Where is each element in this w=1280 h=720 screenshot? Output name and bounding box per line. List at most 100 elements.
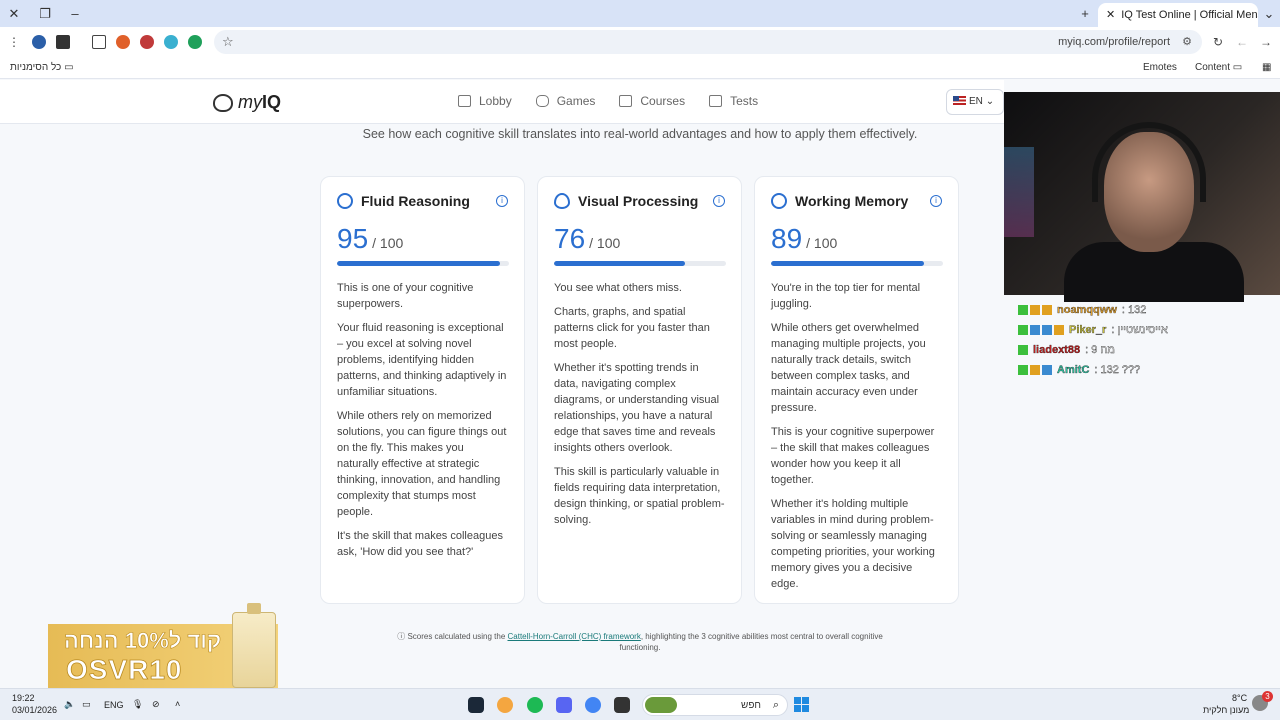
kick-badge-icon <box>1018 305 1028 315</box>
score: 95 / 100 <box>337 223 508 255</box>
extensions-puzzle-icon[interactable] <box>92 35 106 49</box>
chat-badge-icon <box>1030 365 1040 375</box>
home-icon <box>458 95 471 107</box>
site-settings-icon[interactable]: ⚙ <box>1182 35 1192 48</box>
taskbar-search[interactable]: חפש ⌕ <box>642 694 788 716</box>
all-bookmarks[interactable]: כל הסימניות ▭ <box>10 62 74 73</box>
card-paragraph: Whether it's spotting trends in data, na… <box>554 362 720 454</box>
card-paragraph: You're in the top tier for mental juggli… <box>771 282 921 310</box>
language-selector[interactable]: EN ⌄ <box>946 89 1004 115</box>
score-progress-bar <box>771 261 943 266</box>
network-icon[interactable]: ▭ <box>82 699 91 710</box>
bookmark-emotes[interactable]: Emotes <box>1143 62 1177 73</box>
promo-text: קוד ל10% הנחה <box>64 628 222 654</box>
apps-grid-icon[interactable]: ▦ <box>1262 62 1271 73</box>
steam-icon[interactable] <box>468 697 484 713</box>
info-icon[interactable]: i <box>713 195 725 207</box>
main-nav: Lobby Games Courses Tests <box>458 94 758 108</box>
chc-framework-link[interactable]: Cattell-Horn-Carroll (CHC) framework <box>508 632 641 641</box>
score-max: / 100 <box>372 235 404 251</box>
score-value: 89 <box>771 223 803 254</box>
input-language[interactable]: ENG <box>104 700 124 710</box>
chat-username: AmitC <box>1057 364 1090 376</box>
card-paragraph: Your fluid reasoning is exceptional – yo… <box>337 322 507 398</box>
chat-badge-icon <box>1042 325 1052 335</box>
chat-badge-icon <box>1042 305 1052 315</box>
tab-title: IQ Test Online | Official Mensa <box>1121 9 1258 21</box>
volume-icon[interactable]: 🔈 <box>64 699 75 710</box>
microphone-icon[interactable]: 🎙 <box>132 699 143 710</box>
info-icon[interactable]: i <box>496 195 508 207</box>
restore-window-icon[interactable]: ❐ <box>36 5 54 23</box>
minimize-window-icon[interactable]: – <box>66 5 84 23</box>
browser-tab[interactable]: ✕ IQ Test Online | Official Mensa <box>1098 3 1258 27</box>
card-paragraph: While others rely on memorized solutions… <box>337 410 507 518</box>
weather-temp: 8°C <box>1232 693 1248 703</box>
chevron-up-icon[interactable]: ˄ <box>175 699 180 709</box>
nav-lobby-label: Lobby <box>479 94 512 108</box>
card-title: Fluid Reasoning <box>361 193 470 209</box>
terminal-icon[interactable] <box>614 697 630 713</box>
card-paragraph: Charts, graphs, and spatial patterns cli… <box>554 306 710 350</box>
score-value: 95 <box>337 223 369 254</box>
extension-icon[interactable] <box>116 35 130 49</box>
extension-icon[interactable] <box>164 35 178 49</box>
forward-icon[interactable]: ← <box>1234 34 1250 50</box>
reload-icon[interactable]: ↻ <box>1210 34 1226 50</box>
bookmark-content[interactable]: Content ▭ <box>1195 62 1242 73</box>
us-flag-icon <box>953 96 966 105</box>
search-icon: ⌕ <box>772 699 779 711</box>
eye-icon <box>554 193 570 209</box>
info-icon[interactable]: i <box>930 195 942 207</box>
taskbar-time: 19:22 <box>12 693 35 703</box>
card-paragraph: This is one of your cognitive superpower… <box>337 282 474 310</box>
score-progress-bar <box>337 261 509 266</box>
score-max: / 100 <box>589 235 621 251</box>
chat-badge-icon <box>1042 365 1052 375</box>
score-value: 76 <box>554 223 586 254</box>
card-title: Visual Processing <box>578 193 699 209</box>
score-max: / 100 <box>806 235 838 251</box>
bookmark-content-label: Content <box>1195 62 1231 73</box>
address-bar[interactable]: ☆ myiq.com/profile/report ⚙ <box>214 30 1202 54</box>
extension-icon[interactable] <box>56 35 70 49</box>
skill-card-working-memory: Working Memory i 89 / 100 You're in the … <box>754 176 959 604</box>
app-icon[interactable] <box>497 697 513 713</box>
puzzle-icon <box>337 193 353 209</box>
kick-badge-icon <box>1018 325 1028 335</box>
taskbar: 19:22 03/01/2026 🔈 ▭ ENG 🎙 ⊘ ˄ חפש ⌕ 8°C… <box>0 688 1280 720</box>
chrome-icon[interactable] <box>585 697 601 713</box>
tab-search-icon[interactable]: ⌄ <box>1260 5 1278 23</box>
discord-icon[interactable] <box>556 697 572 713</box>
webcam-overlay <box>1004 92 1280 302</box>
new-tab-icon[interactable]: + <box>1076 5 1094 23</box>
nav-courses[interactable]: Courses <box>619 94 685 108</box>
section-subtitle: See how each cognitive skill translates … <box>362 127 918 141</box>
nav-games[interactable]: Games <box>535 94 595 108</box>
back-icon[interactable]: → <box>1258 34 1274 50</box>
camera-off-icon[interactable]: ⊘ <box>152 699 160 710</box>
footnote-text: , highlighting the 3 cognitive abilities… <box>619 632 883 652</box>
score-progress-fill <box>337 261 501 266</box>
windows-start-icon[interactable] <box>794 697 809 712</box>
tab-close-icon[interactable]: ✕ <box>1106 9 1115 21</box>
site-logo[interactable]: myIQ <box>213 92 281 113</box>
spotify-icon[interactable] <box>527 697 543 713</box>
score-progress-fill <box>554 261 685 266</box>
nav-lobby[interactable]: Lobby <box>458 94 512 108</box>
extension-icon[interactable] <box>32 35 46 49</box>
nav-courses-label: Courses <box>640 94 686 108</box>
extension-icon[interactable] <box>188 35 202 49</box>
search-placeholder: חפש <box>741 700 761 711</box>
chat-badge-icon <box>1054 325 1064 335</box>
bookmark-star-icon[interactable]: ☆ <box>222 34 234 50</box>
brain-icon <box>771 193 787 209</box>
close-window-icon[interactable]: ✕ <box>5 5 23 23</box>
extension-icon[interactable] <box>140 35 154 49</box>
brain-logo-icon <box>213 93 233 112</box>
menu-icon[interactable]: ⋮ <box>6 34 22 50</box>
chat-text: : 132 <box>1121 304 1147 316</box>
nav-tests[interactable]: Tests <box>709 94 758 108</box>
score-progress-fill <box>771 261 925 266</box>
chat-username: liadext88 <box>1033 344 1081 356</box>
